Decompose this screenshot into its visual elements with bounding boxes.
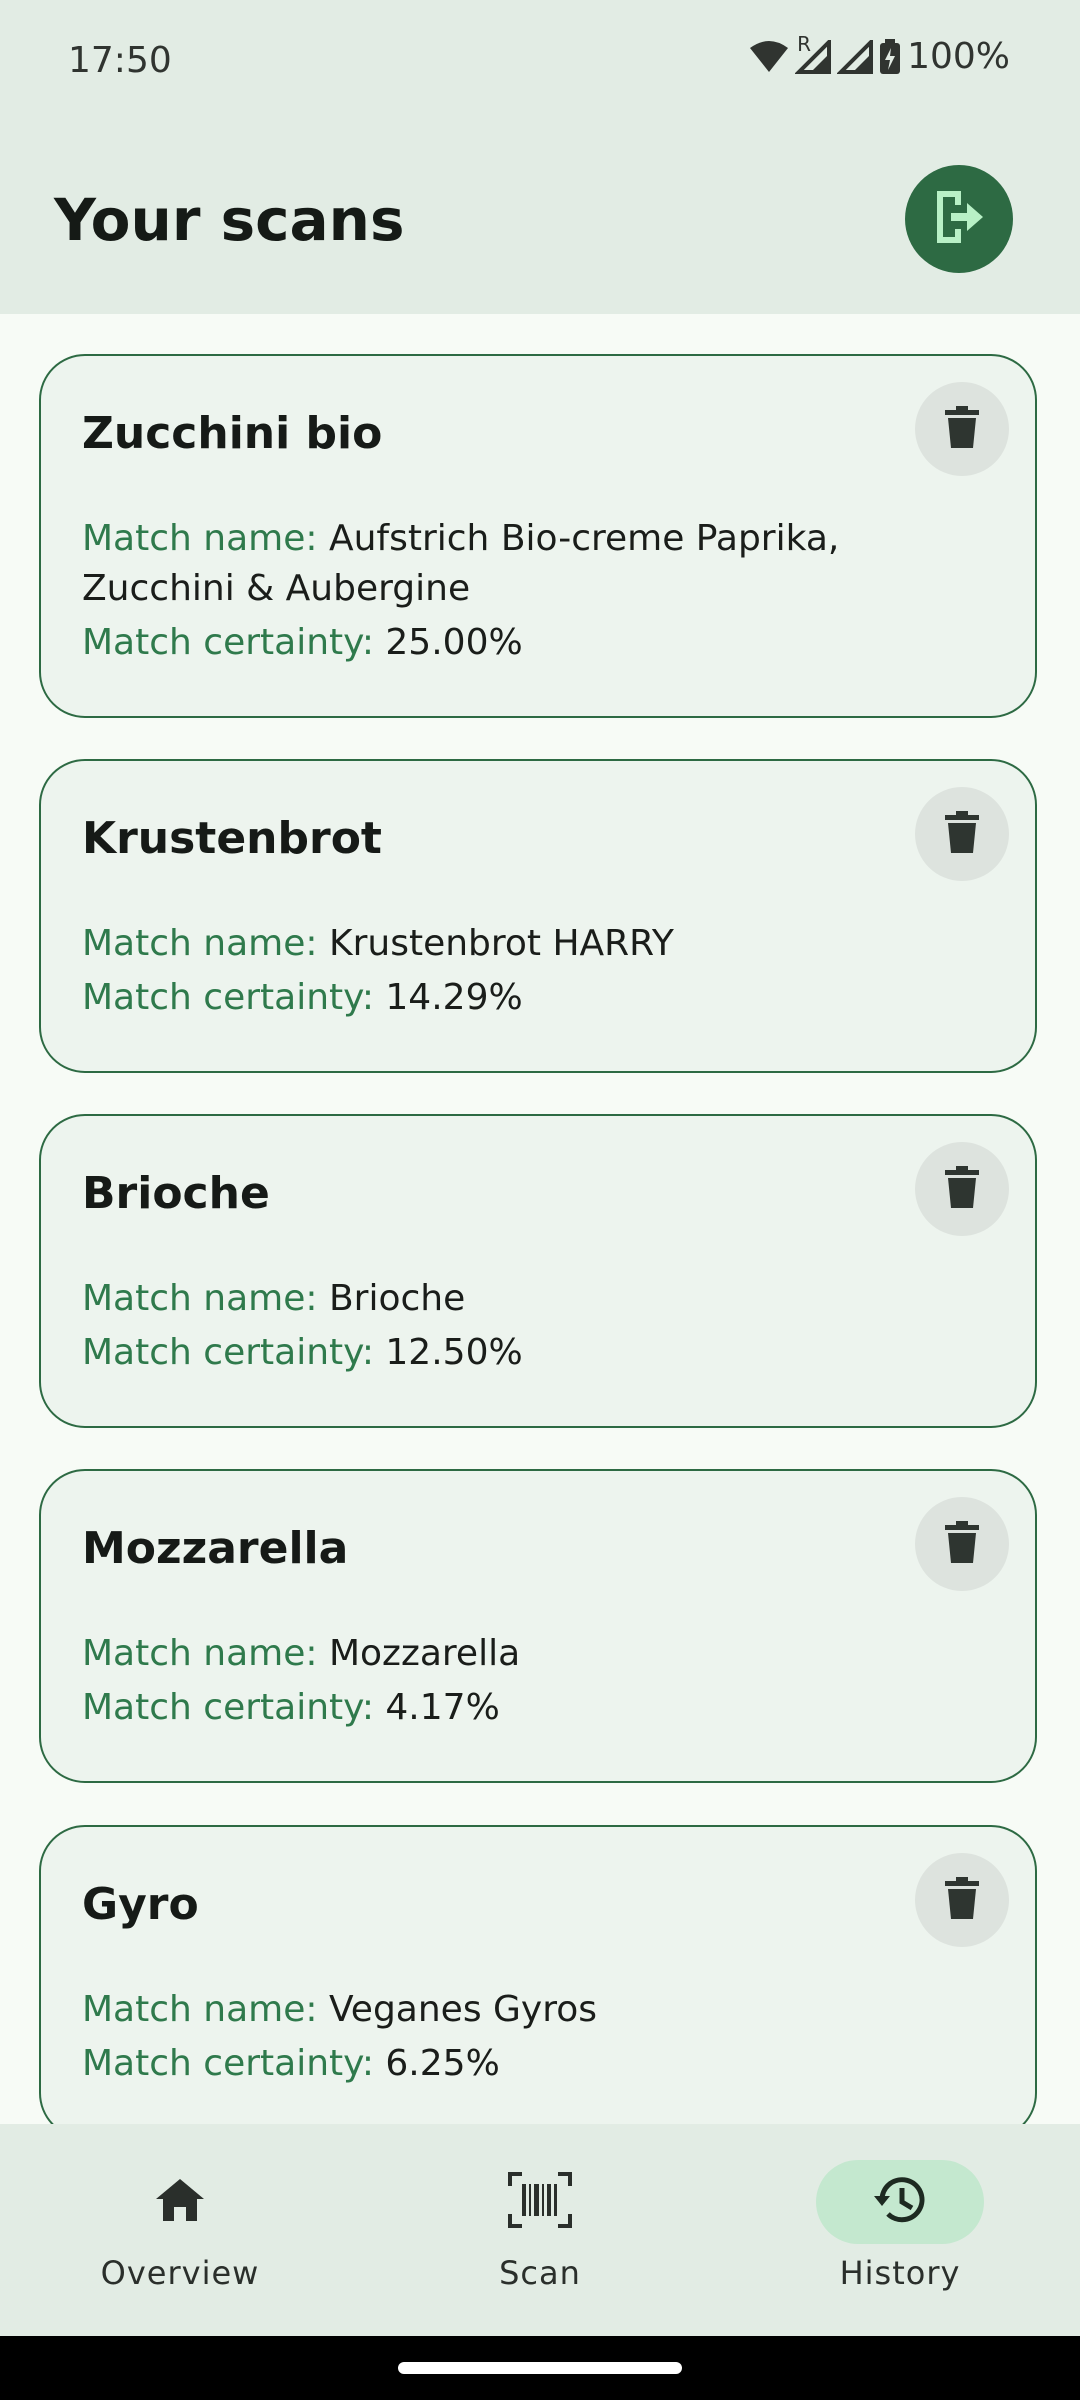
home-gesture-handle[interactable] bbox=[398, 2362, 682, 2374]
match-name-value: Brioche bbox=[328, 1278, 466, 1319]
delete-button[interactable] bbox=[915, 1853, 1009, 1947]
scan-title: Zucchini bio bbox=[82, 408, 383, 459]
match-certainty-row: Match certainty: 4.17% bbox=[82, 1683, 995, 1733]
nav-label: Overview bbox=[100, 2254, 260, 2292]
match-name-row: Match name: Krustenbrot HARRY bbox=[82, 919, 995, 969]
match-certainty-row: Match certainty: 14.29% bbox=[82, 973, 995, 1023]
match-certainty-label: Match certainty: bbox=[82, 622, 386, 663]
delete-button[interactable] bbox=[915, 787, 1009, 881]
match-name-row: Match name: Aufstrich Bio-creme Paprika,… bbox=[82, 514, 995, 614]
home-icon bbox=[154, 2177, 206, 2227]
scan-card[interactable]: Brioche Match name: Brioche Match certai… bbox=[39, 1114, 1037, 1428]
nav-label: History bbox=[839, 2254, 961, 2292]
logout-icon bbox=[931, 187, 987, 251]
scan-title: Krustenbrot bbox=[82, 813, 382, 864]
barcode-scan-icon bbox=[508, 2172, 572, 2232]
trash-icon bbox=[945, 406, 979, 452]
match-certainty-row: Match certainty: 25.00% bbox=[82, 618, 995, 668]
nav-pill bbox=[96, 2160, 264, 2244]
page-title: Your scans bbox=[54, 186, 405, 254]
status-icons: R 100% bbox=[749, 32, 1010, 77]
roaming-indicator: R bbox=[797, 31, 811, 56]
nav-pill-active bbox=[816, 2160, 984, 2244]
match-certainty-label: Match certainty: bbox=[82, 1332, 386, 1373]
signal-icon: R bbox=[795, 32, 832, 74]
trash-icon bbox=[945, 1166, 979, 1212]
logout-button[interactable] bbox=[905, 165, 1013, 273]
signal-icon bbox=[837, 39, 874, 74]
match-certainty-value: 14.29% bbox=[385, 977, 523, 1018]
match-certainty-label: Match certainty: bbox=[82, 1687, 386, 1728]
nav-item-overview[interactable]: Overview bbox=[0, 2124, 360, 2336]
app-bar: Your scans bbox=[0, 126, 1080, 314]
scan-title: Gyro bbox=[82, 1879, 199, 1930]
match-name-label: Match name: bbox=[82, 518, 329, 559]
match-name-row: Match name: Mozzarella bbox=[82, 1629, 995, 1679]
scan-card[interactable]: Gyro Match name: Veganes Gyros Match cer… bbox=[39, 1825, 1037, 2124]
wifi-icon bbox=[749, 40, 789, 74]
match-certainty-value: 4.17% bbox=[385, 1687, 500, 1728]
match-name-label: Match name: bbox=[82, 1278, 329, 1319]
match-name-value: Veganes Gyros bbox=[328, 1989, 598, 2030]
scan-title: Mozzarella bbox=[82, 1523, 349, 1574]
trash-icon bbox=[945, 1877, 979, 1923]
status-time: 17:50 bbox=[68, 40, 172, 81]
scan-card[interactable]: Krustenbrot Match name: Krustenbrot HARR… bbox=[39, 759, 1037, 1073]
delete-button[interactable] bbox=[915, 1497, 1009, 1591]
bottom-navigation: Overview Scan History bbox=[0, 2124, 1080, 2336]
battery-charging-icon bbox=[879, 38, 901, 75]
match-certainty-value: 25.00% bbox=[385, 622, 523, 663]
nav-pill bbox=[456, 2160, 624, 2244]
delete-button[interactable] bbox=[915, 382, 1009, 476]
nav-item-scan[interactable]: Scan bbox=[360, 2124, 720, 2336]
scan-card[interactable]: Mozzarella Match name: Mozzarella Match … bbox=[39, 1469, 1037, 1783]
nav-item-history[interactable]: History bbox=[720, 2124, 1080, 2336]
trash-icon bbox=[945, 1521, 979, 1567]
match-certainty-row: Match certainty: 6.25% bbox=[82, 2039, 995, 2089]
match-name-label: Match name: bbox=[82, 1633, 329, 1674]
match-name-label: Match name: bbox=[82, 923, 329, 964]
match-certainty-value: 6.25% bbox=[385, 2043, 500, 2084]
status-bar: 17:50 R 100% bbox=[0, 0, 1080, 126]
match-name-label: Match name: bbox=[82, 1989, 329, 2030]
match-certainty-label: Match certainty: bbox=[82, 2043, 386, 2084]
delete-button[interactable] bbox=[915, 1142, 1009, 1236]
match-name-value: Krustenbrot HARRY bbox=[328, 923, 674, 964]
scan-title: Brioche bbox=[82, 1168, 270, 1219]
match-name-value: Mozzarella bbox=[328, 1633, 521, 1674]
scan-card[interactable]: Zucchini bio Match name: Aufstrich Bio-c… bbox=[39, 354, 1037, 718]
match-name-row: Match name: Brioche bbox=[82, 1274, 995, 1324]
system-gesture-bar bbox=[0, 2336, 1080, 2400]
scan-history-list[interactable]: Zucchini bio Match name: Aufstrich Bio-c… bbox=[0, 314, 1080, 2124]
match-certainty-label: Match certainty: bbox=[82, 977, 386, 1018]
match-name-row: Match name: Veganes Gyros bbox=[82, 1985, 995, 2035]
trash-icon bbox=[945, 811, 979, 857]
match-certainty-row: Match certainty: 12.50% bbox=[82, 1328, 995, 1378]
battery-percent: 100% bbox=[907, 36, 1010, 77]
match-certainty-value: 12.50% bbox=[385, 1332, 523, 1373]
history-icon bbox=[872, 2174, 928, 2230]
nav-label: Scan bbox=[499, 2254, 581, 2292]
